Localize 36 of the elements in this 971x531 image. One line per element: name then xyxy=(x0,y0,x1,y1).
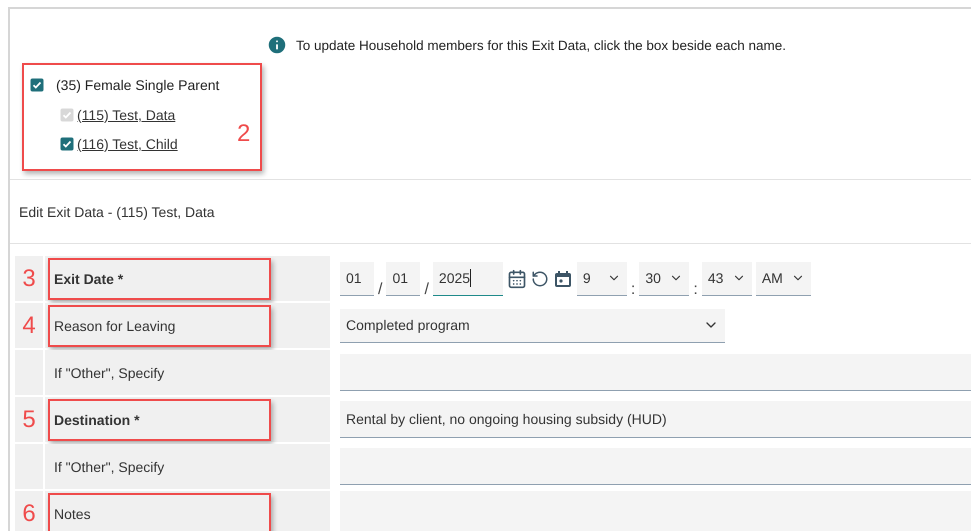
text-field[interactable]: Rental by client, no ongoing housing subsidy (HUD) xyxy=(340,401,971,438)
date-field[interactable]: 01 xyxy=(386,262,420,296)
field-label: Reason for Leaving xyxy=(54,318,176,334)
date-field[interactable]: 01 xyxy=(340,262,374,296)
info-icon xyxy=(266,34,288,56)
annotation-number: 6 xyxy=(22,500,36,528)
time-select[interactable]: 9 xyxy=(576,262,627,296)
reset-icon[interactable] xyxy=(530,270,549,288)
time-separator: : xyxy=(693,281,698,300)
field-label: Notes xyxy=(54,506,91,522)
section-title: Edit Exit Data - (115) Test, Data xyxy=(19,204,215,220)
time-select[interactable]: AM xyxy=(756,262,811,296)
checkbox[interactable] xyxy=(60,137,74,151)
calendar-icon[interactable] xyxy=(506,268,527,288)
field-label: Destination * xyxy=(54,412,140,428)
field-label: If "Other", Specify xyxy=(54,364,164,380)
info-message: To update Household members for this Exit Data, click the box beside each name. xyxy=(296,38,786,52)
time-select[interactable]: 30 xyxy=(639,262,690,296)
text-field[interactable] xyxy=(340,448,971,485)
annotation-number: 2 xyxy=(237,120,250,148)
time-separator: : xyxy=(630,281,636,300)
member-link[interactable]: (116) Test, Child xyxy=(77,136,178,152)
date-field[interactable]: 2025 xyxy=(432,262,503,296)
calendar-icon[interactable] xyxy=(552,268,573,288)
field-label: If "Other", Specify xyxy=(54,458,164,474)
annotation-number: 4 xyxy=(22,312,36,340)
field-label: Exit Date * xyxy=(54,270,124,286)
checkbox[interactable] xyxy=(30,78,44,92)
text-field[interactable] xyxy=(340,354,971,391)
reason-select[interactable]: Completed program xyxy=(340,308,725,342)
time-select[interactable]: 43 xyxy=(702,262,752,296)
annotation-number: 5 xyxy=(22,406,36,434)
date-separator: / xyxy=(378,281,382,300)
annotation-number: 3 xyxy=(22,264,36,292)
date-separator: / xyxy=(424,281,429,300)
household-label: (35) Female Single Parent xyxy=(56,77,220,93)
